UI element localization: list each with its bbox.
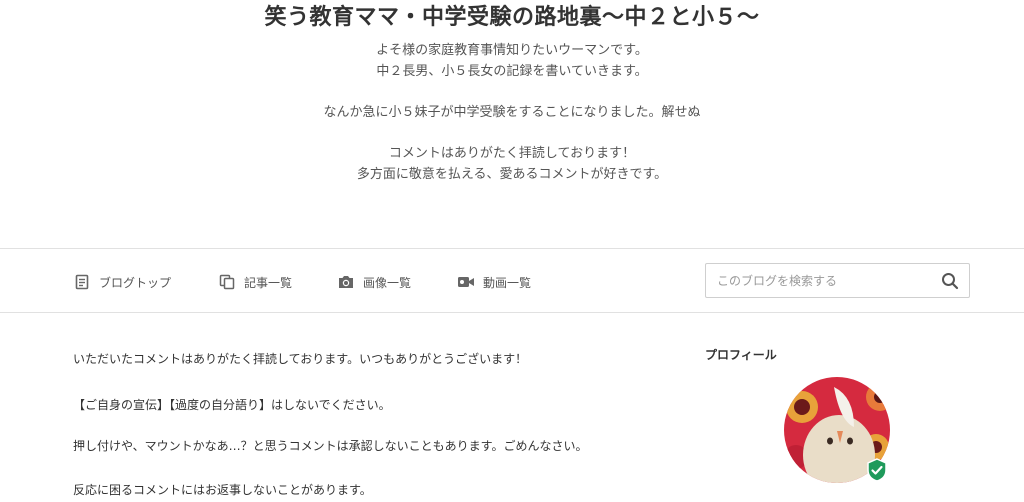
video-icon (457, 273, 475, 291)
nav-label: 動画一覧 (483, 275, 532, 290)
notice-line: 【ご自身の宣伝】【過度の自分語り】はしないでください。 (73, 398, 391, 412)
blog-title[interactable]: 笑う教育ママ・中学受験の路地裏〜中２と小５〜 (0, 4, 1024, 32)
nav-articles[interactable]: 記事一覧 (218, 273, 292, 291)
document-icon (73, 273, 91, 291)
description-line: コメントはありがたく拝読しております！ (388, 146, 636, 161)
search-icon[interactable] (941, 272, 959, 290)
notice-line: 反応に困るコメントにはお返事しないことがあります。 (73, 483, 372, 497)
copy-icon (218, 273, 236, 291)
description-line: なんか急に小５妹子が中学受験をすることになりました。解せぬ (323, 105, 701, 120)
notice-line: 押し付けや、マウントかなあ…？と思うコメントは承認しないこともあります。ごめんな… (73, 439, 588, 453)
nav-videos[interactable]: 動画一覧 (457, 273, 531, 291)
blog-header: 笑う教育ママ・中学受験の路地裏〜中２と小５〜 よそ様の家庭教育事情知りたいウーマ… (0, 0, 1024, 248)
nav-blog-top[interactable]: ブログトップ (73, 273, 171, 291)
notice-line: いただいたコメントはありがたく拝読しております。いつもありがとうございます！ (73, 352, 528, 366)
search-input[interactable] (706, 264, 926, 297)
blog-nav: ブログトップ 記事一覧 画像一覧 動画一覧 (0, 248, 1024, 313)
nav-label: 画像一覧 (363, 275, 412, 290)
verified-badge-icon (865, 458, 889, 482)
description-line: 中２長男、小５長女の記録を書いていきます。 (376, 64, 648, 79)
nav-label: 記事一覧 (244, 275, 293, 290)
profile-heading: プロフィール (705, 348, 777, 362)
camera-icon (337, 273, 355, 291)
nav-label: ブログトップ (99, 275, 172, 290)
nav-images[interactable]: 画像一覧 (337, 273, 411, 291)
description-line: よそ様の家庭教育事情知りたいウーマンです。 (376, 43, 648, 58)
description-line: 多方面に敬意を払える、愛あるコメントが好きです。 (356, 167, 668, 182)
blog-description: よそ様の家庭教育事情知りたいウーマンです。 中２長男、小５長女の記録を書いていき… (0, 40, 1024, 185)
blog-search (705, 263, 970, 298)
